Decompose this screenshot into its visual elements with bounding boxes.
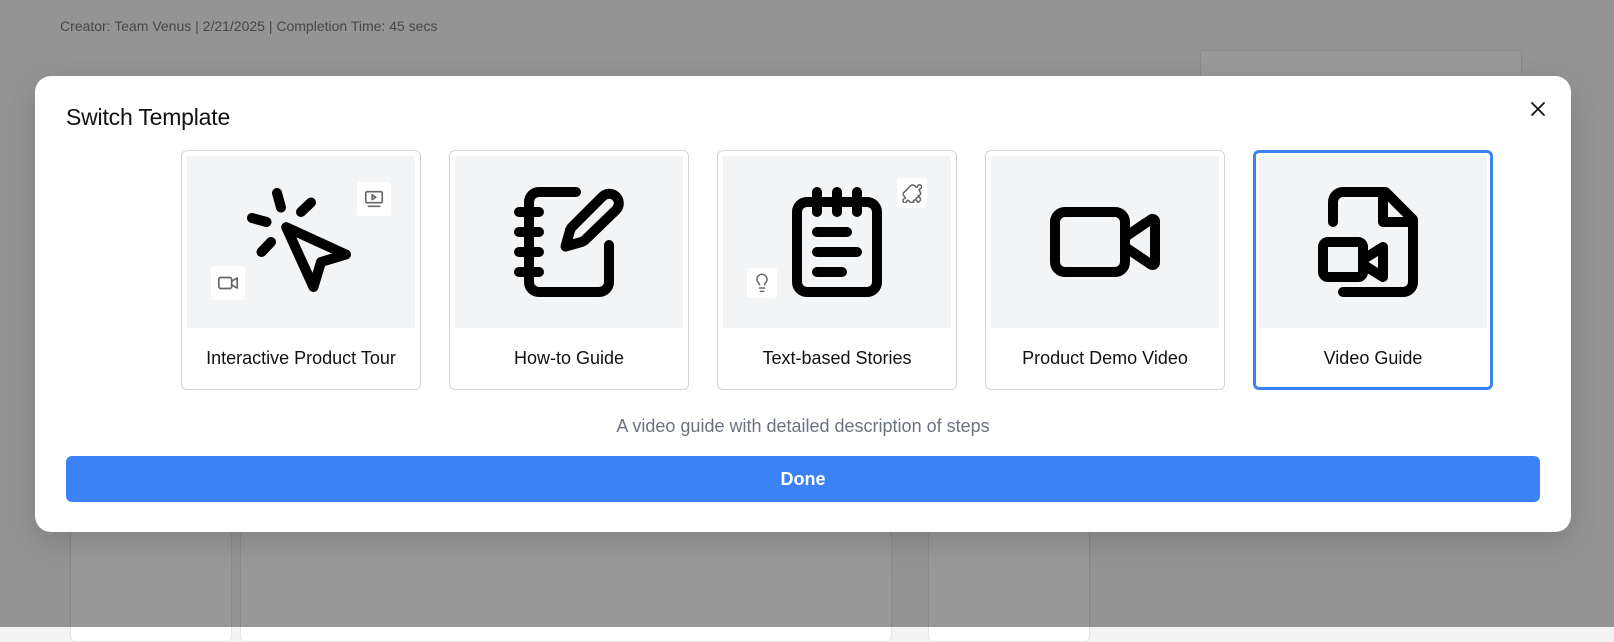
puzzle-badge	[897, 178, 927, 208]
presentation-icon	[364, 190, 384, 208]
template-card-art	[991, 156, 1219, 328]
template-card-how-to-guide[interactable]: How-to Guide	[449, 150, 689, 390]
notepad-text-icon	[792, 187, 882, 297]
template-card-art	[455, 156, 683, 328]
switch-template-modal: Switch Template Interactive Product Tour…	[35, 76, 1571, 532]
modal-title: Switch Template	[66, 104, 231, 130]
template-card-label: Interactive Product Tour	[206, 348, 396, 368]
template-card-art	[1259, 156, 1487, 328]
template-card-label: How-to Guide	[513, 348, 625, 368]
lightbulb-icon	[756, 273, 768, 293]
template-card-label: Product Demo Video	[1022, 348, 1188, 368]
template-card-label: Video Guide	[1323, 348, 1423, 368]
cursor-click-icon	[247, 188, 351, 292]
template-card-art	[187, 156, 415, 328]
video-camera-badge	[211, 266, 245, 300]
template-card-art	[723, 156, 951, 328]
template-card-interactive-product-tour[interactable]: Interactive Product Tour	[181, 150, 421, 390]
template-card-label: Text-based Stories	[762, 348, 912, 368]
video-camera-icon	[1050, 207, 1160, 277]
file-video-icon	[1318, 187, 1418, 297]
notebook-pen-icon	[514, 187, 624, 297]
close-icon	[1531, 102, 1545, 116]
puzzle-icon	[902, 184, 922, 203]
template-card-product-demo-video[interactable]: Product Demo Video	[985, 150, 1225, 390]
close-button[interactable]	[1525, 96, 1551, 122]
template-cards: Interactive Product Tour How-to Guide Te…	[147, 150, 1493, 392]
template-card-text-based-stories[interactable]: Text-based Stories	[717, 150, 957, 390]
template-description: A video guide with detailed description …	[616, 416, 990, 436]
video-camera-icon	[218, 276, 238, 290]
done-button[interactable]: Done	[66, 456, 1540, 502]
template-card-video-guide[interactable]: Video Guide	[1253, 150, 1493, 390]
presentation-badge	[357, 182, 391, 216]
lightbulb-badge	[747, 268, 777, 298]
